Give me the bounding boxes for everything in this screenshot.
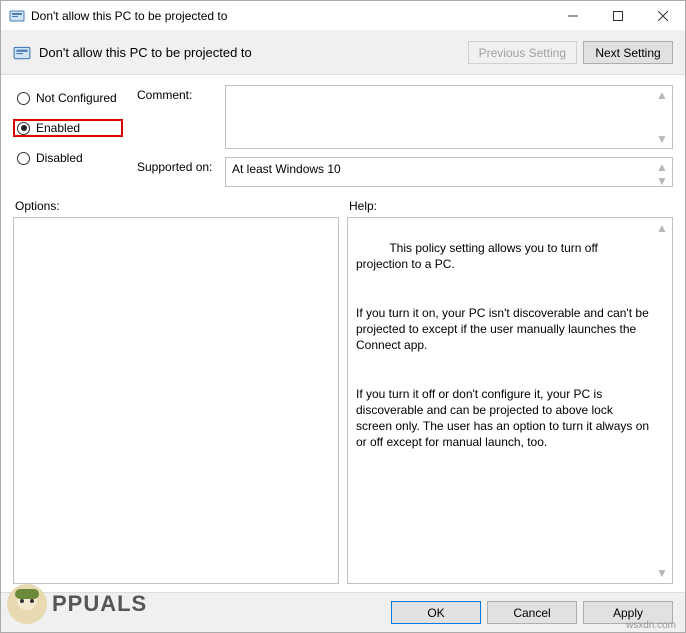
supported-on-field: At least Windows 10 ▲▼ (225, 157, 673, 187)
body: Not Configured Enabled Disabled Comment:… (1, 75, 685, 592)
state-radio-group: Not Configured Enabled Disabled (13, 85, 123, 187)
chevron-up-icon: ▲ (656, 160, 670, 174)
chevron-down-icon: ▼ (656, 565, 670, 581)
close-button[interactable] (640, 1, 685, 30)
header-title: Don't allow this PC to be projected to (39, 45, 468, 60)
radio-icon (17, 92, 30, 105)
radio-icon (17, 152, 30, 165)
titlebar: Don't allow this PC to be projected to (1, 1, 685, 31)
maximize-button[interactable] (595, 1, 640, 30)
options-label: Options: (13, 195, 339, 217)
radio-label: Disabled (36, 151, 83, 165)
radio-not-configured[interactable]: Not Configured (13, 89, 123, 107)
radio-icon (17, 122, 30, 135)
radio-enabled[interactable]: Enabled (13, 119, 123, 137)
policy-editor-window: Don't allow this PC to be projected to D… (0, 0, 686, 633)
policy-icon (13, 44, 31, 62)
comment-label: Comment: (137, 85, 217, 102)
chevron-up-icon: ▲ (656, 88, 670, 102)
header-bar: Don't allow this PC to be projected to P… (1, 31, 685, 75)
chevron-down-icon: ▼ (656, 132, 670, 146)
help-panel: This policy setting allows you to turn o… (347, 217, 673, 584)
chevron-up-icon: ▲ (656, 220, 670, 236)
next-setting-button[interactable]: Next Setting (583, 41, 673, 64)
footer: OK Cancel Apply (1, 592, 685, 632)
supported-on-value: At least Windows 10 (232, 162, 341, 176)
apply-button[interactable]: Apply (583, 601, 673, 624)
options-panel (13, 217, 339, 584)
previous-setting-button[interactable]: Previous Setting (468, 41, 577, 64)
policy-icon (9, 8, 25, 24)
window-controls (550, 1, 685, 30)
ok-button[interactable]: OK (391, 601, 481, 624)
radio-label: Enabled (36, 121, 80, 135)
radio-label: Not Configured (36, 91, 117, 105)
supported-on-label: Supported on: (137, 157, 217, 174)
window-title: Don't allow this PC to be projected to (31, 9, 550, 23)
chevron-down-icon: ▼ (656, 174, 670, 188)
comment-input[interactable]: ▲▼ (225, 85, 673, 149)
minimize-button[interactable] (550, 1, 595, 30)
radio-disabled[interactable]: Disabled (13, 149, 123, 167)
cancel-button[interactable]: Cancel (487, 601, 577, 624)
help-text: This policy setting allows you to turn o… (356, 241, 652, 449)
help-label: Help: (347, 195, 673, 217)
